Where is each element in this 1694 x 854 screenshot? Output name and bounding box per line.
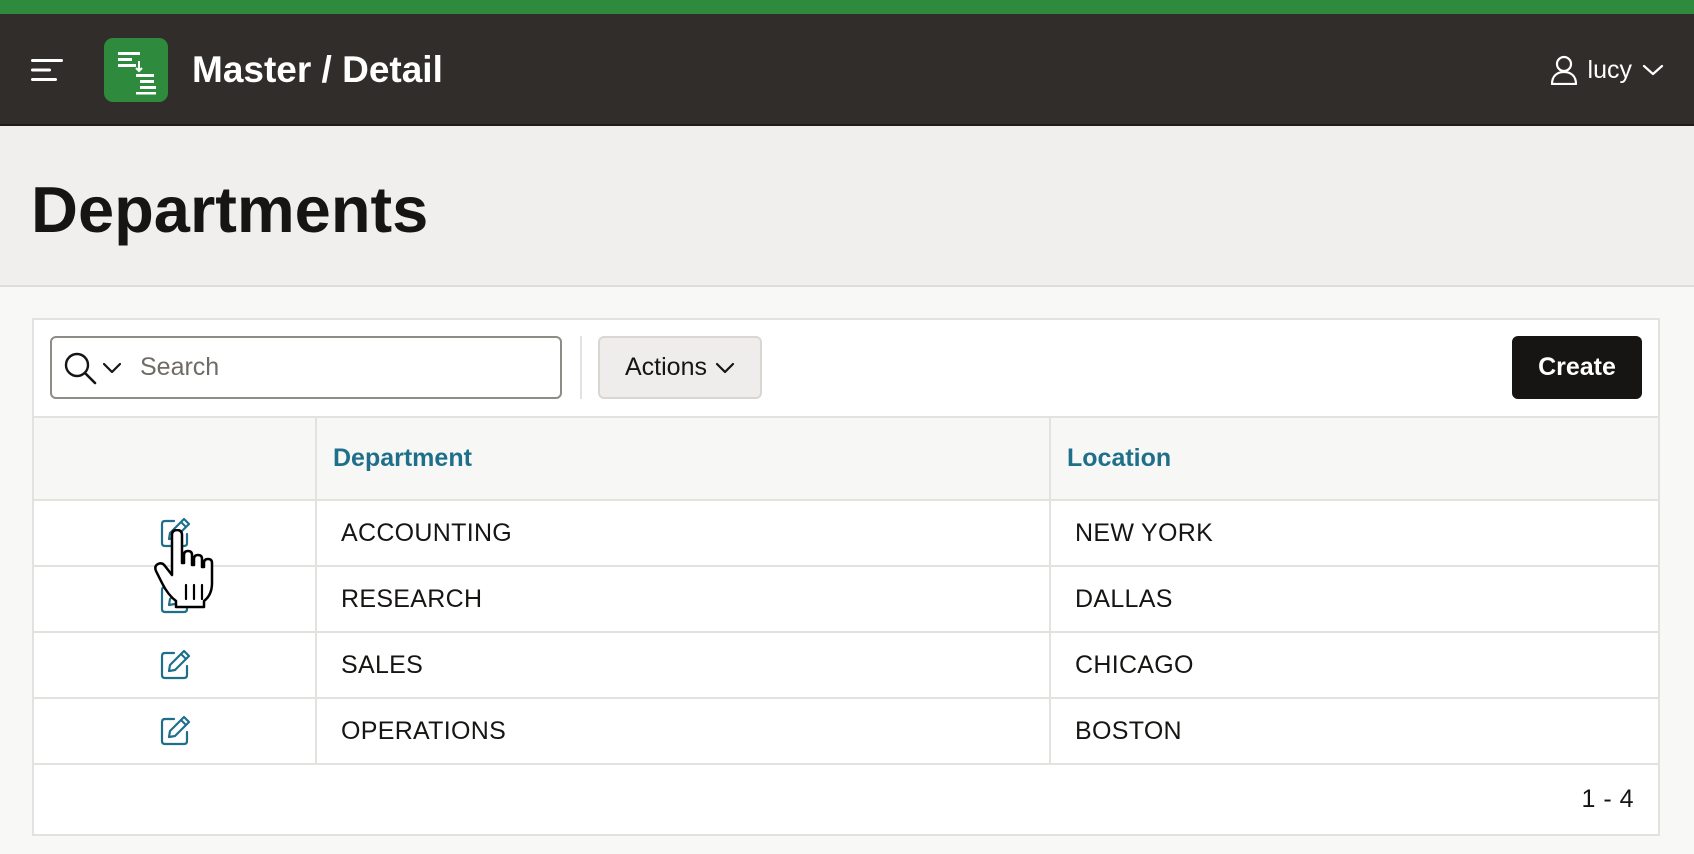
department-cell: OPERATIONS: [316, 698, 1051, 765]
table-row: RESEARCH DALLAS: [34, 566, 1658, 633]
edit-icon: [160, 583, 190, 614]
search-input[interactable]: [140, 346, 540, 389]
user-menu[interactable]: lucy: [1550, 50, 1664, 90]
actions-button[interactable]: Actions: [598, 336, 762, 399]
report-toolbar: Actions Create: [34, 320, 1658, 418]
pagination-range: 1 - 4: [1581, 785, 1634, 813]
edit-row-link[interactable]: [157, 515, 193, 551]
edit-row-link[interactable]: [157, 581, 193, 617]
department-cell: ACCOUNTING: [316, 500, 1051, 567]
report-table: Department Location ACCOUNTING NEW YORK: [34, 418, 1658, 765]
location-cell: BOSTON: [1050, 698, 1658, 765]
app-logo[interactable]: [104, 38, 168, 102]
department-cell: SALES: [316, 632, 1051, 699]
edit-cell: [34, 698, 317, 765]
search-column-selector[interactable]: [62, 338, 128, 397]
app-title[interactable]: Master / Detail: [192, 48, 443, 92]
search-icon: [64, 352, 97, 384]
edit-icon: [160, 649, 190, 680]
location-cell: CHICAGO: [1050, 632, 1658, 699]
header-accent-strip: [0, 0, 1694, 14]
department-cell: RESEARCH: [316, 566, 1051, 633]
edit-cell: [34, 566, 317, 633]
hamburger-menu-button[interactable]: [20, 45, 76, 95]
column-header-edit: [34, 418, 317, 501]
location-cell: DALLAS: [1050, 566, 1658, 633]
edit-cell: [34, 500, 317, 567]
location-cell: NEW YORK: [1050, 500, 1658, 567]
column-header-department[interactable]: Department: [316, 418, 1051, 501]
search-field: [50, 336, 562, 399]
hamburger-menu-icon: [31, 59, 63, 81]
edit-icon: [160, 517, 190, 548]
edit-cell: [34, 632, 317, 699]
app-header: Master / Detail lucy: [0, 0, 1694, 126]
create-button[interactable]: Create: [1512, 336, 1642, 399]
table-row: OPERATIONS BOSTON: [34, 698, 1658, 765]
page-title: Departments: [31, 173, 429, 246]
column-header-location[interactable]: Location: [1050, 418, 1658, 501]
user-name: lucy: [1587, 56, 1632, 84]
table-header-row: Department Location: [34, 418, 1658, 501]
departments-report: Actions Create Department Location: [32, 318, 1660, 836]
toolbar-divider: [580, 336, 582, 399]
table-row: ACCOUNTING NEW YORK: [34, 500, 1658, 567]
master-detail-app-icon: [118, 52, 156, 95]
chevron-down-icon: [1642, 64, 1664, 76]
actions-label: Actions: [625, 353, 707, 381]
chevron-down-icon: [715, 362, 735, 373]
page-title-bar: Departments: [0, 126, 1694, 287]
edit-row-link[interactable]: [157, 647, 193, 683]
chevron-down-icon: [102, 362, 122, 373]
table-row: SALES CHICAGO: [34, 632, 1658, 699]
user-icon: [1550, 55, 1577, 85]
edit-row-link[interactable]: [157, 713, 193, 749]
edit-icon: [160, 715, 190, 746]
